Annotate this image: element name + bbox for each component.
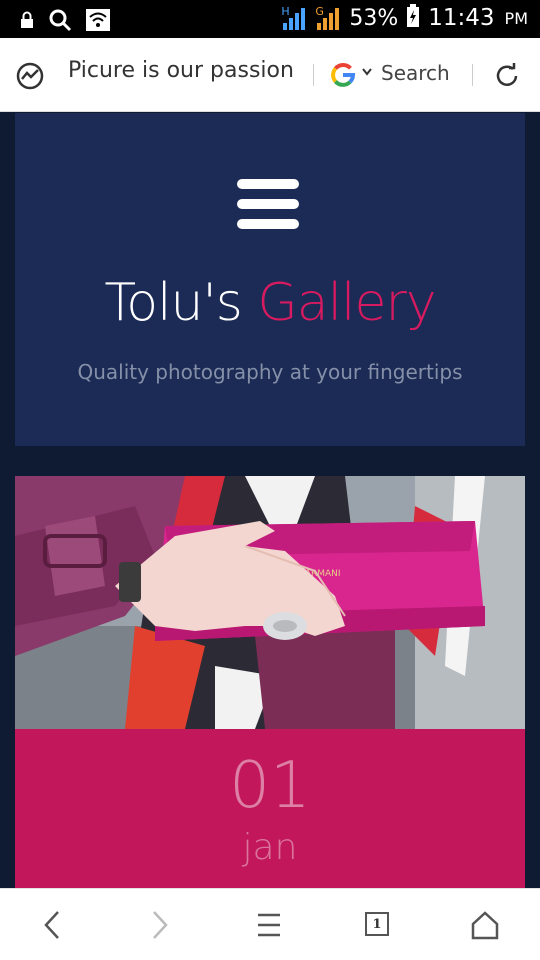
network-type-label-2: G (315, 5, 324, 18)
search-icon (48, 8, 72, 36)
hero-section: Tolu's Gallery Quality photography at yo… (15, 113, 525, 446)
status-bar: H G 53% 11:43 PM (0, 0, 540, 38)
post-date-card: 01 jan (15, 729, 525, 889)
lock-icon (20, 11, 34, 33)
browser-bottom-nav: 1 (0, 888, 540, 960)
site-subtitle: Quality photography at your fingertips (77, 360, 463, 384)
gallery-photo[interactable]: EMPORIO ARMANI (15, 476, 525, 729)
post-date-month: jan (242, 827, 298, 868)
site-title-main: Tolu's (104, 273, 258, 333)
tabs-icon[interactable]: 1 (365, 912, 389, 936)
forward-button[interactable] (140, 907, 180, 947)
post-date-day: 01 (229, 749, 311, 823)
search-button[interactable]: Search (381, 61, 450, 85)
battery-percent: 53% (349, 5, 399, 31)
signal-icon-2: G (315, 5, 341, 31)
forward-icon (150, 910, 170, 944)
site-icon[interactable] (16, 62, 44, 94)
battery-icon (406, 4, 420, 32)
home-button[interactable] (465, 907, 505, 947)
network-type-label: H (281, 5, 290, 18)
google-icon[interactable] (330, 62, 356, 92)
site-title-accent: Gallery (257, 273, 436, 333)
clock-ampm: PM (504, 8, 528, 28)
refresh-icon[interactable] (493, 62, 521, 94)
divider (313, 64, 314, 86)
wifi-icon (86, 9, 110, 35)
menu-button[interactable] (249, 907, 289, 947)
chevron-down-icon[interactable] (362, 64, 372, 80)
web-page: Tolu's Gallery Quality photography at yo… (0, 113, 540, 889)
page-title[interactable]: Picure is our passion (68, 58, 294, 83)
tab-count-label: 1 (372, 916, 382, 932)
back-button[interactable] (32, 907, 72, 947)
clock-time: 11:43 (428, 5, 495, 31)
browser-address-bar[interactable]: Picure is our passion Search (0, 38, 540, 112)
site-title: Tolu's Gallery (15, 273, 525, 333)
back-icon (42, 910, 62, 944)
menu-icon (257, 912, 281, 942)
home-icon (470, 910, 500, 944)
divider (472, 64, 473, 86)
hamburger-menu-icon[interactable] (236, 179, 300, 233)
signal-icon: H (281, 5, 307, 31)
